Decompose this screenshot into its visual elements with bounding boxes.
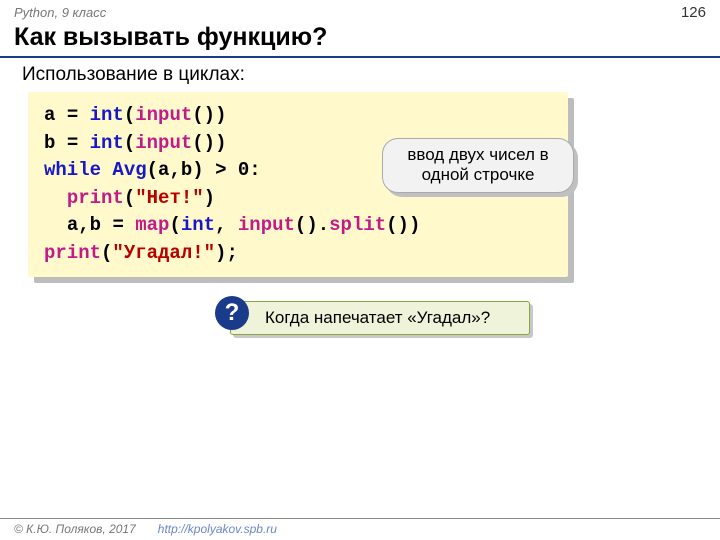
header: Python, 9 класс 126 — [0, 0, 720, 21]
copyright: © К.Ю. Поляков, 2017 — [14, 522, 136, 536]
slide-title: Как вызывать функцию? — [0, 21, 720, 54]
callout-box: ввод двух чисел в одной строчке — [382, 138, 574, 193]
footer-url: http://kpolyakov.spb.ru — [158, 522, 277, 536]
callout-line-1: ввод двух чисел в — [399, 145, 557, 165]
page-number: 126 — [681, 4, 706, 21]
course-label: Python, 9 класс — [14, 5, 106, 20]
question-text: Когда напечатает «Угадал»? — [265, 308, 490, 327]
question: ? Когда напечатает «Угадал»? — [230, 301, 530, 335]
code-line-6: print("Угадал!"); — [44, 240, 552, 268]
question-badge: ? — [215, 296, 249, 330]
callout: ввод двух чисел в одной строчке — [382, 138, 574, 193]
code-block: a = int(input()) b = int(input()) while … — [28, 92, 568, 277]
footer-rule — [0, 518, 720, 519]
subtitle: Использование в циклах: — [0, 58, 720, 92]
footer: © К.Ю. Поляков, 2017 http://kpolyakov.sp… — [0, 518, 720, 540]
question-box: ? Когда напечатает «Угадал»? — [230, 301, 530, 335]
callout-line-2: одной строчке — [399, 165, 557, 185]
code-line-1: a = int(input()) — [44, 102, 552, 130]
code-line-5: a,b = map(int, input().split()) — [44, 212, 552, 240]
